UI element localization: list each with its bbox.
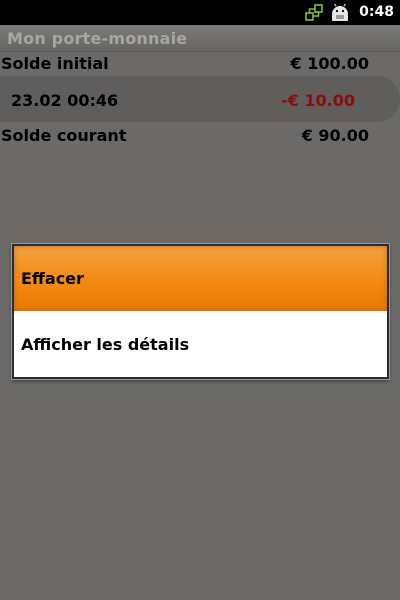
initial-balance-amount: € 100.00 xyxy=(290,54,369,73)
menu-item-delete[interactable]: Effacer xyxy=(14,246,387,311)
network-sync-icon xyxy=(303,2,325,24)
menu-item-show-details[interactable]: Afficher les détails xyxy=(14,312,387,377)
current-balance-amount: € 90.00 xyxy=(301,126,369,145)
status-bar: 0:48 xyxy=(0,0,400,25)
app-title: Mon porte-monnaie xyxy=(7,29,188,48)
status-icons: 0:48 xyxy=(303,0,400,25)
transaction-row[interactable]: 23.02 00:46 -€ 10.00 xyxy=(0,76,400,122)
initial-balance-label: Solde initial xyxy=(1,54,109,73)
menu-item-delete-label: Effacer xyxy=(21,269,84,288)
context-menu-dialog: Effacer Afficher les détails xyxy=(12,244,389,379)
current-balance-label: Solde courant xyxy=(1,126,127,145)
transaction-amount: -€ 10.00 xyxy=(281,91,355,110)
android-usb-icon xyxy=(329,2,351,24)
menu-item-show-details-label: Afficher les détails xyxy=(21,335,190,354)
transaction-date: 23.02 00:46 xyxy=(11,91,119,110)
status-time: 0:48 xyxy=(359,4,394,20)
app-title-bar: Mon porte-monnaie xyxy=(0,25,400,52)
